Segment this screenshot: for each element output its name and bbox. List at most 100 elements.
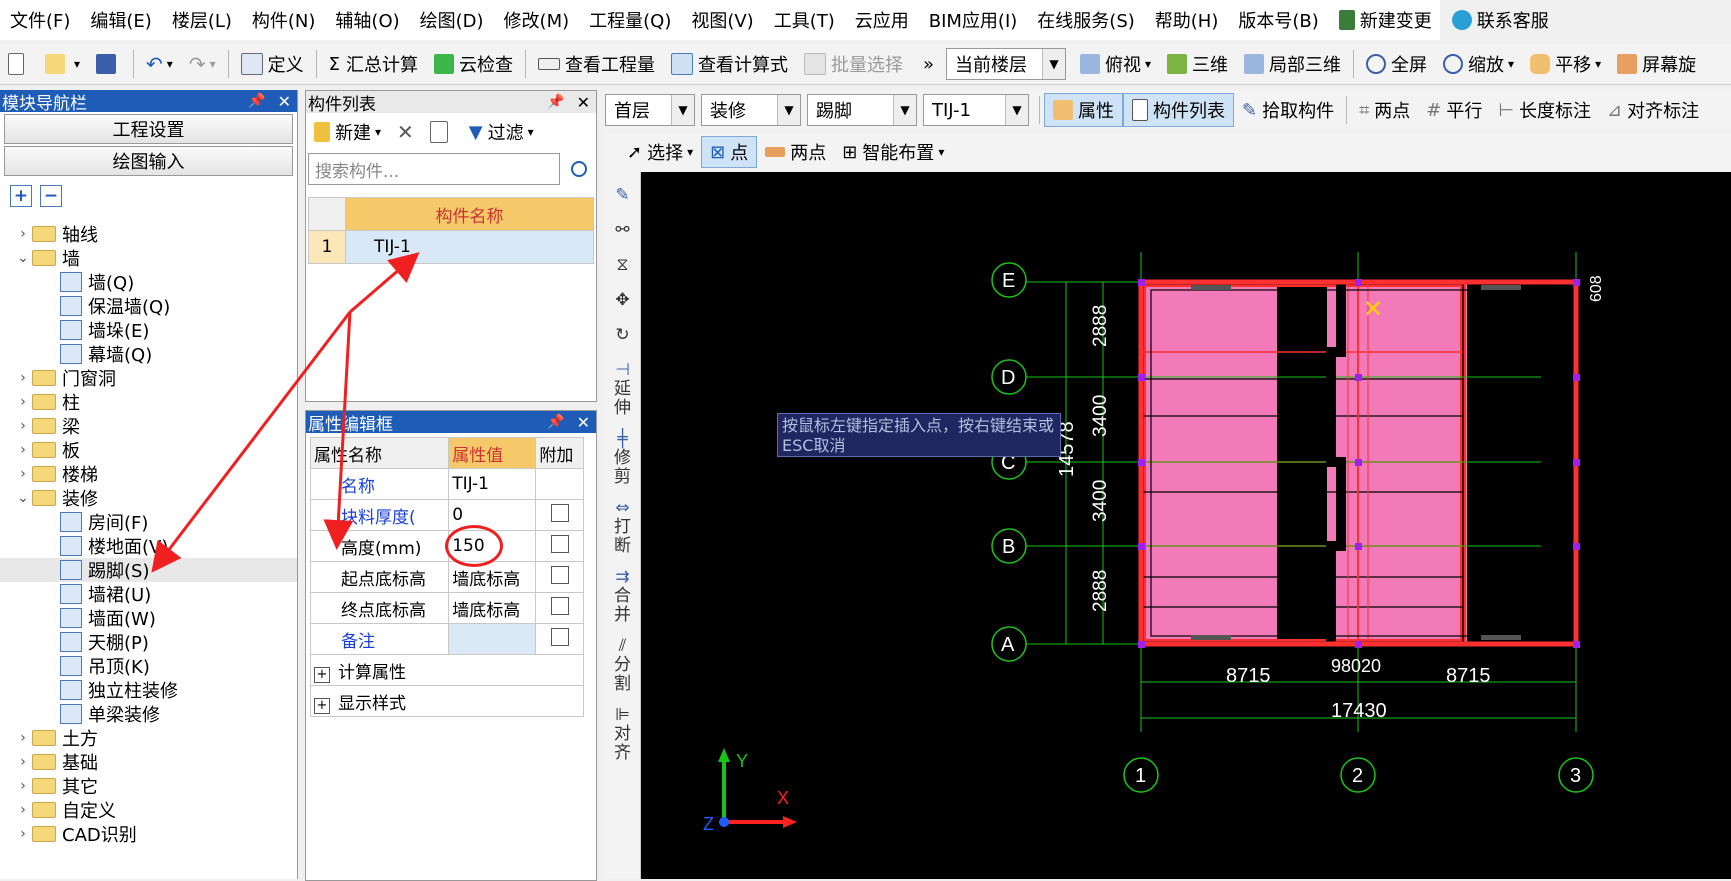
- menu-bim[interactable]: BIM应用(I): [919, 7, 1028, 33]
- pin-icon[interactable]: 📌: [547, 94, 564, 110]
- prop-value[interactable]: 墙底标高: [448, 592, 537, 624]
- tree-leaf-item[interactable]: 房间(F): [0, 510, 297, 534]
- menu-view[interactable]: 视图(V): [681, 7, 763, 33]
- tree-group-item[interactable]: › 柱: [0, 390, 297, 414]
- pin-icon[interactable]: 📌: [248, 93, 265, 109]
- close-icon[interactable]: ✕: [577, 413, 590, 432]
- menu-aux-axis[interactable]: 辅轴(O): [325, 7, 409, 33]
- chevron-right-icon[interactable]: ›: [14, 442, 32, 458]
- local-3d-button[interactable]: 局部三维: [1236, 46, 1349, 82]
- tree-leaf-item[interactable]: 幕墙(Q): [0, 342, 297, 366]
- tree-group-item[interactable]: ⌄ 墙: [0, 246, 297, 270]
- extra-checkbox[interactable]: [550, 596, 569, 615]
- merge-button[interactable]: ⇉ 合并: [605, 568, 640, 625]
- cloud-check-button[interactable]: 云检查: [426, 46, 521, 82]
- tree-leaf-item[interactable]: 墙面(W): [0, 606, 297, 630]
- tree-leaf-item[interactable]: 独立柱装修: [0, 678, 297, 702]
- menu-online[interactable]: 在线服务(S): [1027, 7, 1144, 33]
- tree-group-item[interactable]: › 门窗洞: [0, 366, 297, 390]
- prop-value[interactable]: 墙底标高: [448, 561, 537, 593]
- split-button[interactable]: ⫽ 分割: [605, 637, 640, 694]
- extra-checkbox[interactable]: [550, 627, 569, 646]
- drawing-canvas[interactable]: ✕ 14578 2888 3400 3400 2888 608 8715 871…: [641, 172, 1731, 879]
- menu-modify[interactable]: 修改(M): [494, 7, 580, 33]
- trim-button[interactable]: ╪ 修剪: [605, 430, 640, 487]
- tree-leaf-item[interactable]: 楼地面(V): [0, 534, 297, 558]
- menu-edit[interactable]: 编辑(E): [80, 7, 161, 33]
- new-component-button[interactable]: 新建 ▾: [306, 114, 389, 150]
- extend-button[interactable]: ⊣ 延伸: [605, 361, 640, 418]
- extra-checkbox[interactable]: [550, 503, 569, 522]
- chevron-right-icon[interactable]: ›: [14, 418, 32, 434]
- tree-group-item[interactable]: › CAD识别: [0, 822, 297, 846]
- chevron-right-icon[interactable]: ›: [14, 826, 32, 842]
- filter-button[interactable]: ▼ 过滤 ▾: [461, 114, 542, 150]
- sum-calc-button[interactable]: Σ 汇总计算: [321, 46, 426, 82]
- category-combo[interactable]: 装修 ▼: [701, 94, 801, 126]
- chevron-down-icon[interactable]: ⌄: [14, 490, 32, 506]
- prop-value-height[interactable]: 150: [445, 525, 537, 567]
- group-display[interactable]: + 显示样式: [310, 685, 584, 717]
- rotate-tool-icon[interactable]: ↻: [605, 326, 640, 345]
- chevron-right-icon[interactable]: ›: [14, 778, 32, 794]
- tree-group-item[interactable]: › 楼梯: [0, 462, 297, 486]
- break-button[interactable]: ⇔ 打断: [605, 499, 640, 556]
- tree-group-item[interactable]: ⌄ 装修: [0, 486, 297, 510]
- undo-button[interactable]: ↶ ▾: [138, 46, 181, 82]
- group-calc[interactable]: + 计算属性: [310, 654, 584, 686]
- tree-leaf-item[interactable]: 墙(Q): [0, 270, 297, 294]
- chevron-down-icon[interactable]: ⌄: [14, 250, 32, 266]
- move-icon[interactable]: ✥: [605, 291, 640, 310]
- prop-value[interactable]: TIJ-1: [448, 468, 537, 500]
- menu-component[interactable]: 构件(N): [242, 7, 326, 33]
- three-d-button[interactable]: 三维: [1159, 46, 1236, 82]
- search-icon[interactable]: [564, 153, 594, 185]
- align-button[interactable]: ⊫ 对齐: [605, 706, 640, 763]
- brush-icon[interactable]: ✎: [605, 186, 640, 205]
- tree-leaf-item[interactable]: 保温墙(Q): [0, 294, 297, 318]
- zoom-button[interactable]: 缩放 ▾: [1435, 46, 1522, 82]
- chevron-right-icon[interactable]: ›: [14, 394, 32, 410]
- tree-group-item[interactable]: › 其它: [0, 774, 297, 798]
- parallel-button[interactable]: # 平行: [1418, 92, 1490, 128]
- two-point-button[interactable]: 两点: [757, 134, 834, 170]
- open-button[interactable]: ▾: [37, 46, 88, 82]
- search-input[interactable]: 搜索构件...: [308, 153, 560, 185]
- chevron-right-icon[interactable]: ›: [14, 754, 32, 770]
- collapse-all-icon[interactable]: −: [40, 185, 62, 207]
- menu-new-change[interactable]: 新建变更: [1329, 7, 1442, 33]
- save-button[interactable]: [88, 46, 129, 82]
- length-dim-button[interactable]: ⊢ 长度标注: [1490, 92, 1599, 128]
- extra-checkbox[interactable]: [550, 534, 569, 553]
- drawing-input-button[interactable]: 绘图输入: [4, 146, 293, 176]
- menu-tools[interactable]: 工具(T): [764, 7, 845, 33]
- view-quantity-button[interactable]: 查看工程量: [530, 46, 663, 82]
- batch-select-button[interactable]: 批量选择: [796, 46, 911, 82]
- floor-combo[interactable]: 首层 ▼: [605, 94, 695, 126]
- toolbar-overflow[interactable]: »: [911, 46, 946, 82]
- tree-group-item[interactable]: › 土方: [0, 726, 297, 750]
- close-icon[interactable]: ✕: [577, 93, 590, 112]
- menu-quantity[interactable]: 工程量(Q): [579, 7, 681, 33]
- attributes-button[interactable]: 属性: [1044, 93, 1123, 127]
- tree-group-item[interactable]: › 基础: [0, 750, 297, 774]
- fullscreen-button[interactable]: 全屏: [1358, 46, 1435, 82]
- floor-select[interactable]: 当前楼层 ▼: [946, 48, 1067, 80]
- copy-tool-icon[interactable]: ⚯: [605, 221, 640, 240]
- tree-group-item[interactable]: › 梁: [0, 414, 297, 438]
- chevron-right-icon[interactable]: ›: [14, 370, 32, 386]
- pick-component-button[interactable]: ✎ 拾取构件: [1234, 92, 1342, 128]
- expand-icon[interactable]: +: [314, 666, 330, 683]
- redo-button[interactable]: ↷ ▾: [181, 46, 224, 82]
- tree-group-item[interactable]: › 轴线: [0, 222, 297, 246]
- point-button[interactable]: ⊠ 点: [701, 136, 758, 168]
- tree-leaf-item[interactable]: 吊顶(K): [0, 654, 297, 678]
- menu-cloud[interactable]: 云应用: [845, 7, 919, 33]
- align-dim-button[interactable]: ⊿ 对齐标注: [1599, 92, 1707, 128]
- copy-button[interactable]: [422, 114, 461, 150]
- component-list-button[interactable]: 构件列表: [1123, 93, 1234, 127]
- pin-icon[interactable]: 📌: [547, 414, 564, 430]
- expand-icon[interactable]: +: [314, 697, 330, 714]
- prop-value[interactable]: [448, 623, 537, 655]
- chevron-right-icon[interactable]: ›: [14, 730, 32, 746]
